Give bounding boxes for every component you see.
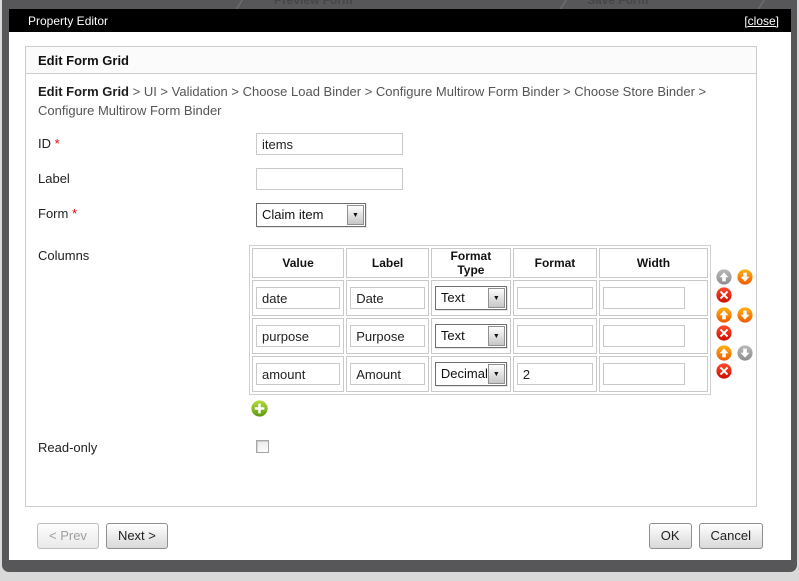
column-row-2: Text ▼ [252,318,708,354]
columns-table: Value Label Format Type Format Width dat… [249,245,711,395]
width-input[interactable] [603,287,686,309]
required-asterisk: * [54,136,60,151]
format-input[interactable] [516,287,594,309]
field-row-columns: Columns Value Label Format Type Format W… [38,245,756,395]
readonly-label: Read-only [38,437,256,455]
value-input[interactable] [256,363,341,385]
readonly-label-text: Read-only [38,440,98,455]
cancel-button[interactable]: Cancel [698,523,763,549]
move-up-icon[interactable] [716,307,732,323]
move-down-icon[interactable] [737,269,753,285]
columns-table-area: Value Label Format Type Format Width dat… [249,245,756,395]
format-type-select[interactable]: Decimal ▼ [434,362,507,386]
field-row-label: Label [38,168,756,190]
label-label: Label [38,168,256,186]
row-actions-3 [716,344,756,382]
ok-button[interactable]: OK [648,523,692,549]
move-down-icon[interactable] [737,307,753,323]
add-row-container [251,400,756,417]
width-input[interactable] [603,363,686,385]
format-type-select[interactable]: Text ▼ [434,286,507,310]
row-actions-1 [716,268,756,306]
dropdown-arrow-icon: ▼ [487,326,505,346]
column-row-3: Decimal ▼ [252,356,708,392]
columns-label: Columns [38,245,249,263]
move-up-icon [716,269,732,285]
format-type-select[interactable]: Text ▼ [434,324,507,348]
field-row-id: ID * [38,133,756,155]
breadcrumb-current-step: Edit Form Grid [38,84,129,99]
format-type-value: Decimal [440,366,487,381]
form-label: Form * [38,203,256,221]
required-asterisk: * [71,206,78,221]
id-label: ID * [38,133,256,151]
format-input[interactable] [516,363,594,385]
dialog-footer: < Prev Next > OK Cancel [25,515,763,549]
dropdown-arrow-icon: ▼ [487,288,505,308]
prev-button: < Prev [37,523,99,549]
background-tab-save-form: Save Form [587,0,649,7]
id-input[interactable] [256,133,403,155]
format-type-value: Text [440,328,465,343]
header-format: Format [512,248,598,278]
row-actions-column [716,245,756,382]
value-input[interactable] [256,325,341,347]
field-row-form: Form * Claim item ▼ [38,203,756,227]
row-actions-2 [716,306,756,344]
label-input[interactable] [350,363,425,385]
edit-form-grid-panel: Edit Form Grid Edit Form Grid > UI > Val… [25,46,757,507]
dropdown-arrow-icon: ▼ [347,205,364,225]
label-input[interactable] [350,325,425,347]
label-label-text: Label [38,171,70,186]
delete-row-icon[interactable] [716,325,732,341]
label-input[interactable] [350,287,425,309]
value-input[interactable] [256,287,341,309]
field-row-readonly: Read-only [38,437,756,455]
move-up-icon[interactable] [716,345,732,361]
columns-label-text: Columns [38,248,90,263]
columns-header-row: Value Label Format Type Format Width [252,248,708,278]
add-row-icon[interactable] [251,400,756,417]
header-width: Width [599,248,708,278]
header-label: Label [346,248,429,278]
form-select[interactable]: Claim item ▼ [256,203,366,227]
next-button[interactable]: Next > [105,523,168,549]
column-row-1: Text ▼ [252,280,708,316]
close-link[interactable]: [close] [744,14,779,28]
property-editor-dialog: Property Editor [close] Edit Form Grid E… [9,9,791,560]
form-label-text: Form [38,206,69,221]
delete-row-icon[interactable] [716,287,732,303]
background-tab-preview-form: Preview Form [274,0,353,7]
move-down-icon [737,345,753,361]
header-value: Value [252,248,345,278]
form-select-value: Claim item [262,207,324,222]
id-label-text: ID [38,136,51,151]
breadcrumb: Edit Form Grid > UI > Validation > Choos… [26,74,756,120]
dialog-titlebar: Property Editor [close] [9,9,791,32]
header-format-type: Format Type [430,248,511,278]
breadcrumb-trail: > UI > Validation > Choose Load Binder >… [38,84,707,118]
section-heading: Edit Form Grid [26,47,756,74]
label-input[interactable] [256,168,403,190]
width-input[interactable] [603,325,686,347]
readonly-checkbox[interactable] [256,440,269,453]
dialog-title: Property Editor [28,13,109,28]
delete-row-icon[interactable] [716,363,732,379]
format-type-value: Text [440,290,465,305]
format-input[interactable] [516,325,594,347]
dropdown-arrow-icon: ▼ [487,364,505,384]
